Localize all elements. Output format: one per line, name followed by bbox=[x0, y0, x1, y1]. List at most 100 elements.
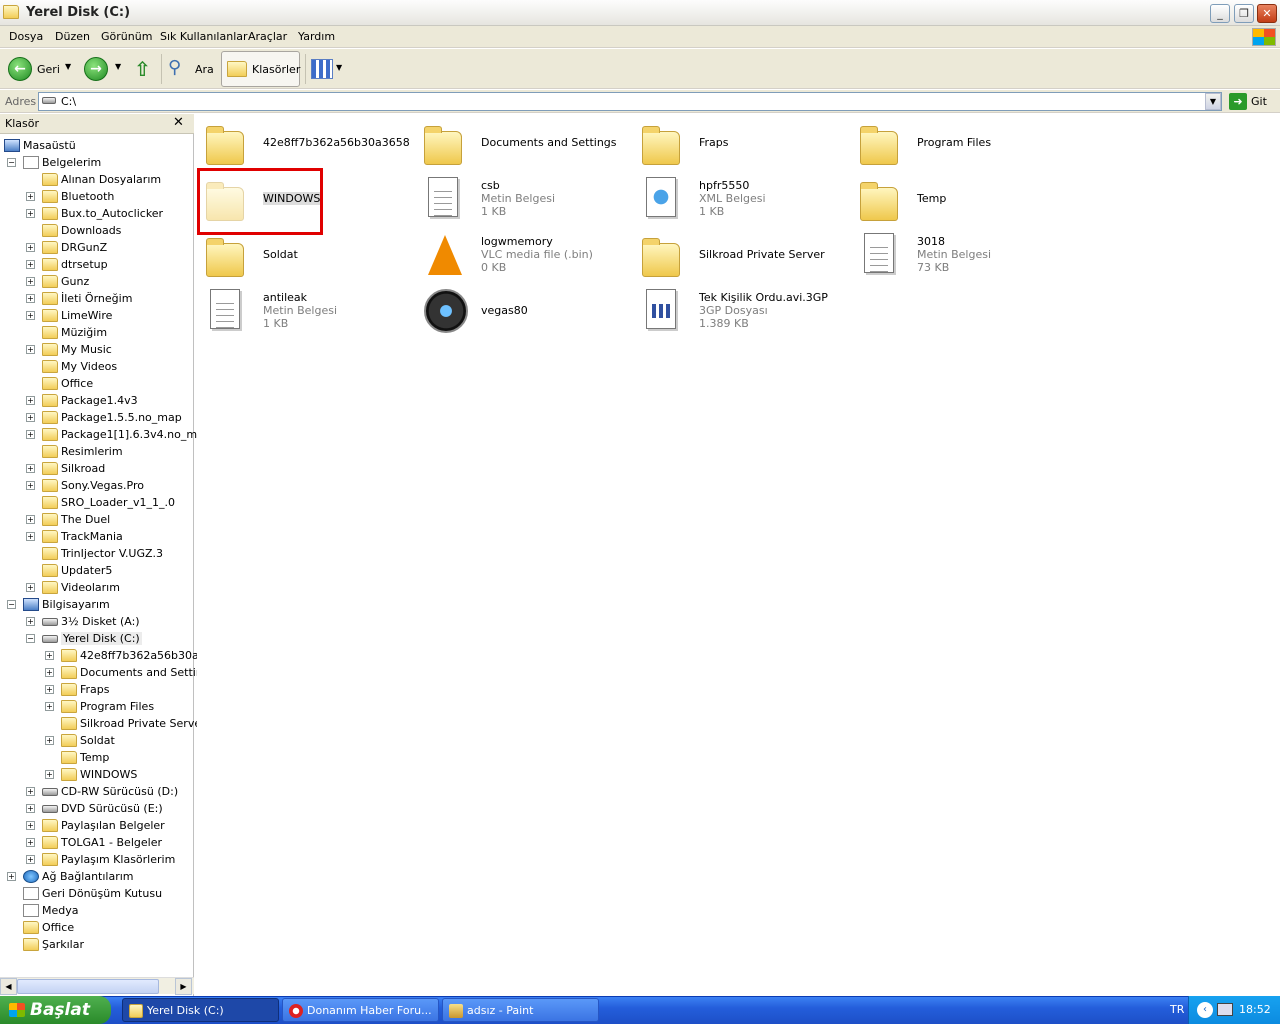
expand-icon[interactable]: + bbox=[26, 192, 35, 201]
tree-item[interactable]: dtrsetup bbox=[42, 256, 108, 273]
forward-arrow-icon[interactable]: → bbox=[84, 57, 108, 81]
tree-item[interactable]: Bux.to_Autoclicker bbox=[42, 205, 163, 222]
tree-item[interactable]: DRGunZ bbox=[42, 239, 107, 256]
search-icon[interactable]: ⚲ bbox=[168, 57, 190, 81]
views-icon[interactable] bbox=[311, 59, 333, 79]
clock[interactable]: 18:52 bbox=[1239, 1003, 1271, 1016]
forward-dropdown-icon[interactable]: ▼ bbox=[115, 62, 121, 71]
tree-item[interactable]: Bilgisayarım bbox=[23, 596, 110, 613]
tree-item[interactable]: Package1.5.5.no_map bbox=[42, 409, 182, 426]
tree-item[interactable]: Medya bbox=[23, 902, 79, 919]
file-item[interactable]: Soldat bbox=[206, 233, 416, 283]
tree-item[interactable]: Package1.4v3 bbox=[42, 392, 138, 409]
start-button[interactable]: Başlat bbox=[0, 996, 111, 1024]
expand-icon[interactable]: + bbox=[45, 685, 54, 694]
close-pane-icon[interactable]: ✕ bbox=[173, 115, 184, 130]
folders-button-label[interactable]: Klasörler bbox=[252, 63, 300, 76]
expand-icon[interactable]: + bbox=[26, 617, 35, 626]
minimize-button[interactable]: _ bbox=[1210, 4, 1230, 23]
back-button-label[interactable]: Geri bbox=[37, 63, 60, 76]
tree-item[interactable]: Documents and Settings bbox=[61, 664, 216, 681]
tree-item[interactable]: Şarkılar bbox=[23, 936, 84, 953]
tree-item[interactable]: Videolarım bbox=[42, 579, 120, 596]
address-input[interactable] bbox=[38, 92, 1222, 111]
collapse-icon[interactable]: − bbox=[7, 600, 16, 609]
tree-item[interactable]: Fraps bbox=[61, 681, 110, 698]
tree-item[interactable]: TrackMania bbox=[42, 528, 123, 545]
file-item[interactable]: Tek Kişilik Ordu.avi.3GP 3GP Dosyası 1.389… bbox=[642, 289, 852, 339]
expand-icon[interactable]: + bbox=[45, 702, 54, 711]
expand-icon[interactable]: + bbox=[26, 464, 35, 473]
back-dropdown-icon[interactable]: ▼ bbox=[65, 62, 71, 71]
tree-item[interactable]: Silkroad bbox=[42, 460, 105, 477]
tree-item[interactable]: The Duel bbox=[42, 511, 110, 528]
tree-item[interactable]: Downloads bbox=[42, 222, 121, 239]
scroll-thumb[interactable] bbox=[17, 979, 159, 994]
file-item[interactable]: Documents and Settings bbox=[424, 121, 634, 171]
expand-icon[interactable]: + bbox=[26, 345, 35, 354]
menu-yardim[interactable]: Yardım bbox=[298, 30, 335, 43]
expand-icon[interactable]: + bbox=[26, 583, 35, 592]
language-indicator[interactable]: TR bbox=[1170, 1003, 1184, 1016]
tree-item[interactable]: Program Files bbox=[61, 698, 154, 715]
expand-icon[interactable]: + bbox=[26, 396, 35, 405]
task-paint[interactable]: adsız - Paint bbox=[442, 998, 599, 1022]
tree-item[interactable]: WINDOWS bbox=[61, 766, 137, 783]
tree-item[interactable]: Alınan Dosyalarım bbox=[42, 171, 161, 188]
tree-item[interactable]: Belgelerim bbox=[23, 154, 101, 171]
collapse-icon[interactable]: − bbox=[7, 158, 16, 167]
expand-icon[interactable]: + bbox=[26, 209, 35, 218]
go-button-label[interactable]: Git bbox=[1251, 95, 1267, 108]
expand-icon[interactable]: + bbox=[26, 481, 35, 490]
tree-item[interactable]: LimeWire bbox=[42, 307, 112, 324]
file-item[interactable]: 42e8ff7b362a56b30a3658 bbox=[206, 121, 416, 171]
address-dropdown-icon[interactable]: ▼ bbox=[1205, 93, 1221, 110]
expand-icon[interactable]: + bbox=[26, 515, 35, 524]
expand-icon[interactable]: + bbox=[45, 770, 54, 779]
menu-gorunum[interactable]: Görünüm bbox=[101, 30, 152, 43]
tree-item[interactable]: Soldat bbox=[61, 732, 115, 749]
scroll-right-icon[interactable]: ▶ bbox=[175, 978, 192, 995]
tree-item[interactable]: Office bbox=[42, 375, 93, 392]
expand-icon[interactable]: + bbox=[45, 736, 54, 745]
tree-item[interactable]: Sony.Vegas.Pro bbox=[42, 477, 144, 494]
scroll-left-icon[interactable]: ◀ bbox=[0, 978, 17, 995]
tree-item[interactable]: Silkroad Private Server bbox=[61, 715, 206, 732]
expand-icon[interactable]: + bbox=[26, 855, 35, 864]
address-value[interactable]: C:\ bbox=[61, 95, 76, 108]
close-button[interactable]: ✕ bbox=[1257, 4, 1277, 23]
menu-dosya[interactable]: Dosya bbox=[9, 30, 43, 43]
tree-item[interactable]: My Music bbox=[42, 341, 112, 358]
collapse-icon[interactable]: − bbox=[26, 634, 35, 643]
expand-icon[interactable]: + bbox=[26, 804, 35, 813]
tree-item[interactable]: 3½ Disket (A:) bbox=[42, 613, 140, 630]
tree-item[interactable]: İleti Örneğim bbox=[42, 290, 132, 307]
file-item[interactable]: Fraps bbox=[642, 121, 852, 171]
tree-item[interactable]: Paylaşılan Belgeler bbox=[42, 817, 165, 834]
expand-icon[interactable]: + bbox=[7, 872, 16, 881]
tree-item[interactable]: Paylaşım Klasörlerim bbox=[42, 851, 175, 868]
expand-icon[interactable]: + bbox=[26, 413, 35, 422]
tree-item[interactable]: Müziğim bbox=[42, 324, 107, 341]
tree-item[interactable]: Office bbox=[23, 919, 74, 936]
menu-sik-kullanilanlar[interactable]: Sık Kullanılanlar bbox=[160, 30, 248, 43]
tree-item[interactable]: Temp bbox=[61, 749, 109, 766]
task-browser[interactable]: Donanım Haber Foru... bbox=[282, 998, 439, 1022]
expand-icon[interactable]: + bbox=[45, 668, 54, 677]
expand-icon[interactable]: + bbox=[26, 260, 35, 269]
up-folder-icon[interactable]: ⇧ bbox=[134, 57, 154, 81]
file-item[interactable]: hpfr5550 XML Belgesi 1 KB bbox=[642, 177, 852, 227]
tree-item[interactable]: Yerel Disk (C:) bbox=[42, 630, 142, 647]
tree-item[interactable]: TOLGA1 - Belgeler bbox=[42, 834, 162, 851]
tree-item[interactable]: DVD Sürücüsü (E:) bbox=[42, 800, 163, 817]
file-item[interactable]: 3018 Metin Belgesi 73 KB bbox=[860, 233, 1070, 283]
expand-icon[interactable]: + bbox=[26, 532, 35, 541]
menu-araclar[interactable]: Araçlar bbox=[248, 30, 287, 43]
search-button-label[interactable]: Ara bbox=[195, 63, 214, 76]
file-item[interactable]: vegas80 bbox=[424, 289, 634, 339]
tree-horizontal-scrollbar[interactable]: ◀ ▶ bbox=[0, 977, 194, 995]
expand-icon[interactable]: + bbox=[26, 430, 35, 439]
expand-icon[interactable]: + bbox=[26, 838, 35, 847]
expand-icon[interactable]: + bbox=[26, 787, 35, 796]
tree-item[interactable]: Gunz bbox=[42, 273, 89, 290]
